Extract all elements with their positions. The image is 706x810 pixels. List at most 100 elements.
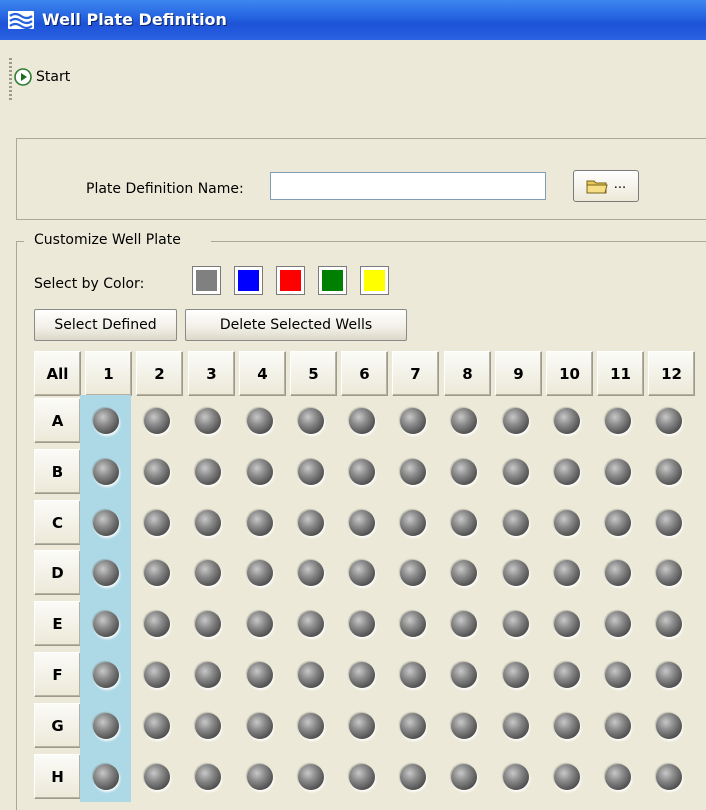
well-a9[interactable]	[490, 395, 541, 446]
well-g4[interactable]	[234, 700, 285, 751]
row-header-a[interactable]: A	[34, 398, 81, 443]
color-swatch-yellow[interactable]	[360, 266, 389, 295]
well-d1[interactable]	[80, 547, 131, 598]
well-h4[interactable]	[234, 751, 285, 802]
well-h5[interactable]	[285, 751, 336, 802]
well-b4[interactable]	[234, 446, 285, 497]
well-b6[interactable]	[336, 446, 387, 497]
well-e6[interactable]	[336, 598, 387, 649]
well-a10[interactable]	[541, 395, 592, 446]
well-b2[interactable]	[131, 446, 182, 497]
well-h12[interactable]	[643, 751, 694, 802]
well-a2[interactable]	[131, 395, 182, 446]
row-header-d[interactable]: D	[34, 550, 81, 595]
well-c9[interactable]	[490, 497, 541, 548]
well-b3[interactable]	[182, 446, 233, 497]
well-e8[interactable]	[438, 598, 489, 649]
row-header-e[interactable]: E	[34, 601, 81, 646]
color-swatch-blue[interactable]	[234, 266, 263, 295]
well-d9[interactable]	[490, 547, 541, 598]
well-h1[interactable]	[80, 751, 131, 802]
well-g7[interactable]	[387, 700, 438, 751]
well-a7[interactable]	[387, 395, 438, 446]
well-d6[interactable]	[336, 547, 387, 598]
well-e1[interactable]	[80, 598, 131, 649]
well-e2[interactable]	[131, 598, 182, 649]
browse-button[interactable]: ...	[573, 170, 639, 202]
well-c5[interactable]	[285, 497, 336, 548]
well-b9[interactable]	[490, 446, 541, 497]
well-d2[interactable]	[131, 547, 182, 598]
well-e12[interactable]	[643, 598, 694, 649]
well-a4[interactable]	[234, 395, 285, 446]
well-d5[interactable]	[285, 547, 336, 598]
well-d4[interactable]	[234, 547, 285, 598]
well-f2[interactable]	[131, 649, 182, 700]
well-a12[interactable]	[643, 395, 694, 446]
well-d10[interactable]	[541, 547, 592, 598]
well-f9[interactable]	[490, 649, 541, 700]
well-b10[interactable]	[541, 446, 592, 497]
well-c2[interactable]	[131, 497, 182, 548]
well-g8[interactable]	[438, 700, 489, 751]
column-header-6[interactable]: 6	[341, 351, 388, 396]
well-c4[interactable]	[234, 497, 285, 548]
well-h11[interactable]	[592, 751, 643, 802]
well-d3[interactable]	[182, 547, 233, 598]
column-header-4[interactable]: 4	[239, 351, 286, 396]
well-d7[interactable]	[387, 547, 438, 598]
well-g12[interactable]	[643, 700, 694, 751]
row-header-h[interactable]: H	[34, 754, 81, 799]
column-header-5[interactable]: 5	[290, 351, 337, 396]
well-f1[interactable]	[80, 649, 131, 700]
select-defined-button[interactable]: Select Defined	[34, 309, 177, 341]
well-c6[interactable]	[336, 497, 387, 548]
color-swatch-red[interactable]	[276, 266, 305, 295]
well-a5[interactable]	[285, 395, 336, 446]
plate-definition-name-input[interactable]	[270, 172, 546, 200]
well-c12[interactable]	[643, 497, 694, 548]
well-h10[interactable]	[541, 751, 592, 802]
column-header-7[interactable]: 7	[392, 351, 439, 396]
well-a8[interactable]	[438, 395, 489, 446]
well-d12[interactable]	[643, 547, 694, 598]
delete-selected-wells-button[interactable]: Delete Selected Wells	[185, 309, 407, 341]
toolbar-grip[interactable]	[9, 58, 12, 100]
column-header-10[interactable]: 10	[546, 351, 593, 396]
well-e9[interactable]	[490, 598, 541, 649]
well-a1[interactable]	[80, 395, 131, 446]
well-e10[interactable]	[541, 598, 592, 649]
well-c1[interactable]	[80, 497, 131, 548]
column-header-2[interactable]: 2	[136, 351, 183, 396]
well-g2[interactable]	[131, 700, 182, 751]
color-swatch-green[interactable]	[318, 266, 347, 295]
well-a3[interactable]	[182, 395, 233, 446]
well-g11[interactable]	[592, 700, 643, 751]
column-header-3[interactable]: 3	[188, 351, 235, 396]
well-g6[interactable]	[336, 700, 387, 751]
well-a11[interactable]	[592, 395, 643, 446]
well-b11[interactable]	[592, 446, 643, 497]
well-f7[interactable]	[387, 649, 438, 700]
color-swatch-gray[interactable]	[192, 266, 221, 295]
column-header-12[interactable]: 12	[648, 351, 695, 396]
well-f11[interactable]	[592, 649, 643, 700]
well-g10[interactable]	[541, 700, 592, 751]
well-h9[interactable]	[490, 751, 541, 802]
well-e3[interactable]	[182, 598, 233, 649]
column-header-11[interactable]: 11	[597, 351, 644, 396]
column-header-9[interactable]: 9	[495, 351, 542, 396]
well-d11[interactable]	[592, 547, 643, 598]
well-b5[interactable]	[285, 446, 336, 497]
well-f10[interactable]	[541, 649, 592, 700]
row-header-b[interactable]: B	[34, 449, 81, 494]
well-a6[interactable]	[336, 395, 387, 446]
row-header-g[interactable]: G	[34, 703, 81, 748]
well-g1[interactable]	[80, 700, 131, 751]
well-g3[interactable]	[182, 700, 233, 751]
column-header-1[interactable]: 1	[85, 351, 132, 396]
well-g9[interactable]	[490, 700, 541, 751]
well-e5[interactable]	[285, 598, 336, 649]
well-e11[interactable]	[592, 598, 643, 649]
row-header-f[interactable]: F	[34, 652, 81, 697]
